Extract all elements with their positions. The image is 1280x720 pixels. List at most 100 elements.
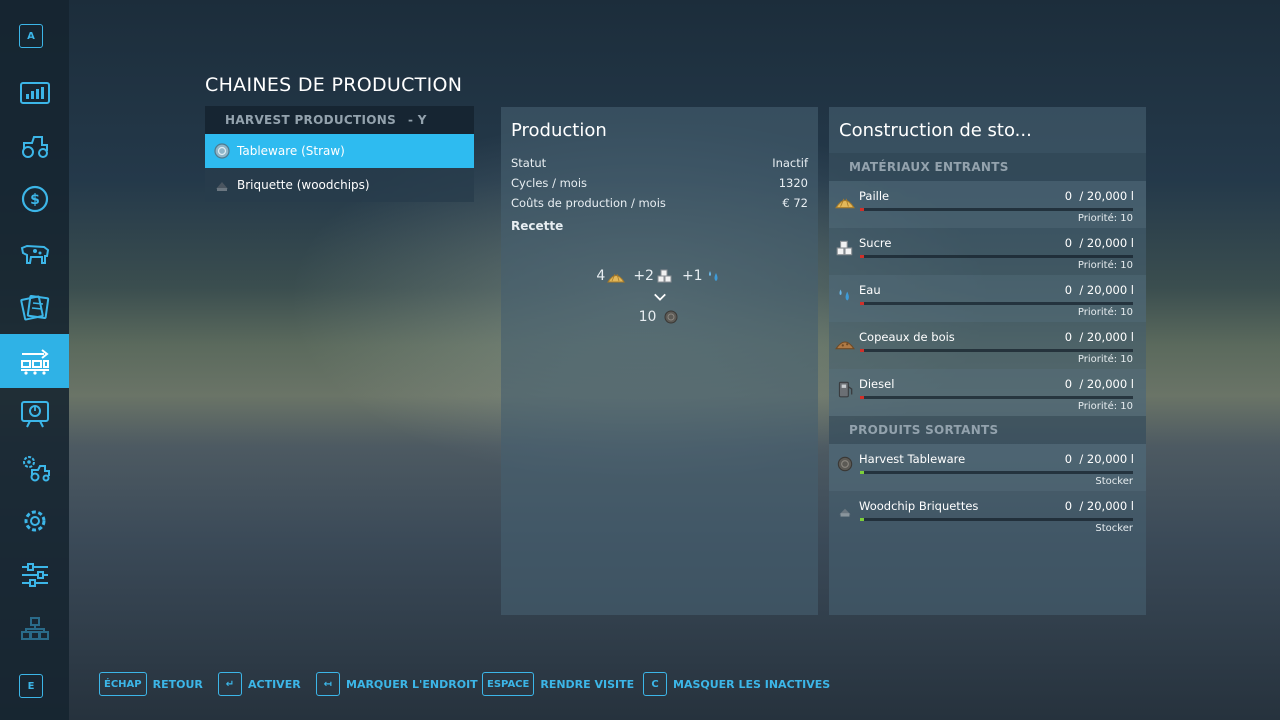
product-level: 0 — [1064, 499, 1073, 513]
hint-key: ↤ — [316, 672, 340, 696]
sidebar: A $ E — [0, 0, 69, 720]
product-mode: Stocker — [1095, 476, 1133, 487]
stat-label: Cycles / mois — [511, 176, 588, 190]
animals-icon — [20, 244, 49, 264]
product-row-briquettes: Woodchip Briquettes 0 / 20,000 l Stocker — [829, 491, 1146, 538]
recipe-arrow — [501, 287, 818, 306]
material-capacity: / 20,000 l — [1079, 189, 1134, 203]
sidebar-item-animals[interactable] — [0, 226, 69, 280]
finance-icon: $ — [21, 185, 48, 213]
straw-icon — [607, 273, 626, 283]
storage-panel-title: Construction de sto... — [839, 119, 1032, 141]
sidebar-item-finances[interactable]: $ — [0, 172, 69, 226]
sidebar-item-statistics[interactable] — [0, 66, 69, 120]
product-level: 0 — [1064, 452, 1073, 466]
recipe-amount: 4 — [596, 268, 606, 284]
stat-value: 1320 — [778, 176, 808, 190]
product-capacity: / 20,000 l — [1079, 452, 1134, 466]
page-title: CHAINES DE PRODUCTION — [205, 74, 463, 96]
recipe-amount: +1 — [681, 268, 703, 284]
material-priority: Priorité: 10 — [1077, 354, 1133, 365]
material-capacity: / 20,000 l — [1079, 236, 1134, 250]
product-fill-bar — [860, 471, 1133, 474]
settings-icon — [24, 510, 45, 532]
briquette-icon — [216, 182, 228, 191]
production-panel-title: Production — [511, 119, 607, 141]
outputs-header: PRODUITS SORTANTS — [829, 416, 1146, 444]
material-level: 0 — [1064, 377, 1073, 391]
product-fill — [860, 471, 864, 474]
production-item-tableware[interactable]: Tableware (Straw) — [205, 134, 474, 168]
material-amount: 0 / 20,000 l — [1065, 330, 1134, 344]
material-fill — [860, 349, 864, 352]
hint-label: MASQUER LES INACTIVES — [673, 677, 831, 691]
sidebar-item-contracts[interactable] — [0, 280, 69, 334]
water-icon — [708, 271, 718, 281]
recipe-inputs: 4 +2 +1 — [501, 267, 818, 285]
stat-value: Inactif — [772, 156, 808, 170]
material-name: Sucre — [859, 236, 892, 250]
material-fill-bar — [860, 208, 1133, 211]
inputs-header: MATÉRIAUX ENTRANTS — [829, 153, 1146, 181]
sidebar-item-general-settings[interactable] — [0, 548, 69, 602]
sidebar-item-tour[interactable] — [0, 387, 69, 441]
material-priority: Priorité: 10 — [1077, 260, 1133, 271]
material-row-sucre: Sucre 0 / 20,000 l Priorité: 10 — [829, 228, 1146, 275]
hint-key: ESPACE — [482, 672, 535, 696]
hint-mark-location[interactable]: ↤ MARQUER L'ENDROIT — [316, 670, 478, 698]
hint-hide-inactive[interactable]: C MASQUER LES INACTIVES — [643, 670, 830, 698]
recipe-output: 10 — [501, 308, 818, 326]
tractor-icon — [21, 136, 48, 158]
hint-label: MARQUER L'ENDROIT — [346, 677, 478, 691]
sugar-icon — [836, 240, 853, 256]
hint-key: C — [643, 672, 667, 696]
production-item-label: Briquette (woodchips) — [237, 178, 370, 192]
material-fill — [860, 208, 864, 211]
vehicle-settings-icon — [22, 456, 50, 482]
sidebar-item-vehicle-settings[interactable] — [0, 441, 69, 495]
production-group-name: HARVEST PRODUCTIONS — [225, 113, 397, 127]
product-row-tableware: Harvest Tableware 0 / 20,000 l Stocker — [829, 444, 1146, 491]
material-fill — [860, 396, 864, 399]
production-item-briquette[interactable]: Briquette (woodchips) — [205, 168, 474, 202]
hint-visit[interactable]: ESPACE RENDRE VISITE — [482, 670, 634, 698]
product-name: Harvest Tableware — [859, 452, 966, 466]
hint-key: ↵ — [218, 672, 242, 696]
sidebar-item-vehicles[interactable] — [0, 119, 69, 173]
stat-cycles: Cycles / mois 1320 — [501, 173, 818, 193]
production-item-label: Tableware (Straw) — [237, 144, 345, 158]
production-group-header[interactable]: HARVEST PRODUCTIONS - Y — [205, 106, 474, 134]
water-icon — [839, 289, 849, 301]
straw-icon — [835, 198, 855, 209]
product-fill-bar — [860, 518, 1133, 521]
material-name: Eau — [859, 283, 881, 297]
material-priority: Priorité: 10 — [1077, 401, 1133, 412]
material-row-diesel: Diesel 0 / 20,000 l Priorité: 10 — [829, 369, 1146, 416]
material-row-eau: Eau 0 / 20,000 l Priorité: 10 — [829, 275, 1146, 322]
woodchips-icon — [835, 341, 855, 350]
material-fill — [860, 302, 864, 305]
material-capacity: / 20,000 l — [1079, 377, 1134, 391]
statistics-icon — [19, 82, 50, 104]
hint-back[interactable]: ÉCHAP RETOUR — [99, 670, 203, 698]
material-capacity: / 20,000 l — [1079, 283, 1134, 297]
product-mode: Stocker — [1095, 523, 1133, 534]
product-amount: 0 / 20,000 l — [1065, 499, 1134, 513]
material-row-copeaux: Copeaux de bois 0 / 20,000 l Priorité: 1… — [829, 322, 1146, 369]
tableware-icon — [837, 456, 853, 472]
sidebar-item-settings[interactable] — [0, 494, 69, 548]
hint-activate[interactable]: ↵ ACTIVER — [218, 670, 301, 698]
briquette-icon — [839, 508, 851, 517]
material-name: Copeaux de bois — [859, 330, 955, 344]
production-list: HARVEST PRODUCTIONS - Y Tableware (Straw… — [205, 106, 474, 202]
material-amount: 0 / 20,000 l — [1065, 189, 1134, 203]
sidebar-item-production-chains[interactable] — [0, 334, 69, 388]
tableware-icon — [664, 310, 678, 324]
product-amount: 0 / 20,000 l — [1065, 452, 1134, 466]
material-amount: 0 / 20,000 l — [1065, 236, 1134, 250]
product-capacity: / 20,000 l — [1079, 499, 1134, 513]
recipe-amount: +2 — [633, 268, 654, 284]
production-group-key: - Y — [408, 113, 427, 127]
sidebar-item-help[interactable] — [0, 602, 69, 656]
material-row-paille: Paille 0 / 20,000 l Priorité: 10 — [829, 181, 1146, 228]
